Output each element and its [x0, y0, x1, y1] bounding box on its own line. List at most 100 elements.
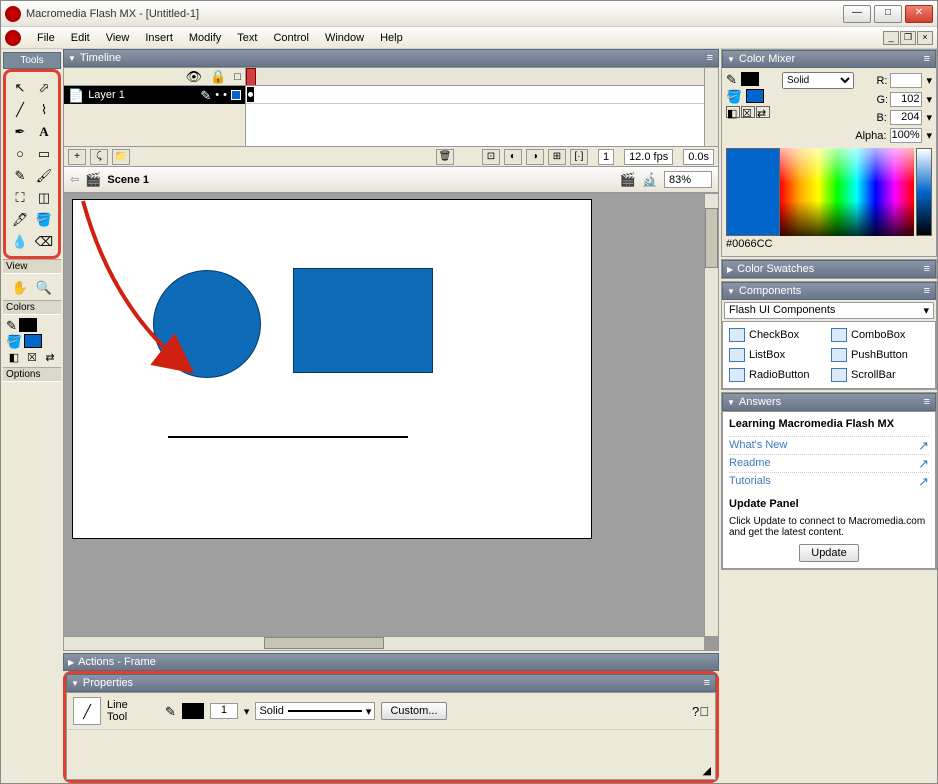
eraser-tool[interactable]: ⌫	[33, 231, 55, 251]
mixer-fill-swatch[interactable]	[746, 89, 764, 103]
component-scrollbar[interactable]: ScrollBar	[831, 368, 929, 382]
properties-header[interactable]: ▼ Properties ≡	[66, 674, 716, 692]
component-radiobutton[interactable]: RadioButton	[729, 368, 827, 382]
link-whats-new[interactable]: What's New↗	[729, 436, 929, 454]
line-tool[interactable]: ╱	[9, 99, 31, 119]
edit-symbol-button[interactable]: 🔬	[642, 173, 658, 186]
zoom-tool[interactable]: 🔍	[33, 277, 55, 297]
scene-name[interactable]: Scene 1	[107, 174, 149, 186]
circle-shape[interactable]	[153, 270, 261, 378]
mdi-restore-button[interactable]: ❐	[900, 31, 916, 45]
custom-stroke-button[interactable]: Custom...	[381, 702, 446, 720]
stroke-color-swatch[interactable]	[182, 703, 204, 719]
resize-grip-icon[interactable]: ◢	[703, 764, 711, 777]
default-colors-button[interactable]: ◧	[726, 106, 740, 118]
brush-tool[interactable]: 🖌	[33, 165, 55, 185]
actions-header[interactable]: ▶ Actions - Frame	[63, 653, 719, 671]
menu-insert[interactable]: Insert	[137, 29, 181, 47]
stroke-color-swatch[interactable]	[19, 318, 37, 332]
mixer-stroke-swatch[interactable]	[741, 72, 759, 86]
add-layer-button[interactable]: +	[68, 149, 86, 165]
timeline-vscroll[interactable]	[704, 68, 718, 146]
panel-menu-icon[interactable]: ≡	[704, 677, 711, 689]
hex-value[interactable]: #0066CC	[726, 238, 772, 250]
zoom-input[interactable]	[664, 171, 712, 188]
playhead[interactable]	[246, 68, 256, 86]
menu-file[interactable]: File	[29, 29, 63, 47]
eye-icon[interactable]: 👁	[186, 70, 203, 83]
fill-transform-tool[interactable]: ◫	[33, 187, 55, 207]
stroke-style-select[interactable]: Solid▾	[255, 702, 375, 720]
mdi-close-button[interactable]: ×	[917, 31, 933, 45]
modify-onion-button[interactable]: [·]	[570, 149, 588, 165]
lock-icon[interactable]: 🔒	[210, 70, 226, 83]
fill-color-swatch[interactable]	[24, 334, 42, 348]
layer-row[interactable]: 📄 Layer 1 ✎ • •	[64, 86, 245, 104]
component-set-select[interactable]: Flash UI Components▾	[724, 302, 934, 319]
ink-bottle-tool[interactable]: 🖋	[9, 209, 31, 229]
link-readme[interactable]: Readme↗	[729, 454, 929, 472]
lasso-tool[interactable]: ⌇	[33, 99, 55, 119]
maximize-button[interactable]: □	[874, 5, 902, 23]
component-checkbox[interactable]: CheckBox	[729, 328, 827, 342]
pen-tool[interactable]: ✒	[9, 121, 31, 141]
rectangle-shape[interactable]	[293, 268, 433, 373]
rectangle-tool[interactable]: ▭	[33, 143, 55, 163]
no-color-button[interactable]: ☒	[24, 350, 40, 364]
menu-window[interactable]: Window	[317, 29, 372, 47]
delete-layer-button[interactable]: 🗑	[436, 149, 454, 165]
edit-multiple-button[interactable]: ⊞	[548, 149, 566, 165]
arrow-tool[interactable]: ↖	[9, 77, 31, 97]
b-input[interactable]: 204	[890, 110, 922, 125]
text-tool[interactable]: A	[33, 121, 55, 141]
frame-ruler[interactable]	[246, 68, 704, 86]
alpha-input[interactable]: 100%	[890, 128, 922, 143]
timeline-header[interactable]: ▼ Timeline ≡	[63, 49, 719, 67]
stage-area[interactable]	[64, 194, 704, 636]
edit-scene-button[interactable]: 🎬	[620, 173, 636, 186]
free-transform-tool[interactable]: ⛶	[9, 187, 31, 207]
add-guide-layer-button[interactable]: ⤹	[90, 149, 108, 165]
minimize-button[interactable]: —	[843, 5, 871, 23]
help-icon[interactable]: ?⃝	[692, 705, 709, 718]
paint-bucket-tool[interactable]: 🪣	[33, 209, 55, 229]
no-color-button[interactable]: ☒	[741, 106, 755, 118]
color-swatches-header[interactable]: ▶Color Swatches≡	[722, 260, 936, 278]
stage-vscroll[interactable]	[704, 194, 718, 636]
answers-header[interactable]: ▼Answers≡	[722, 393, 936, 411]
g-input[interactable]: 102	[890, 92, 922, 107]
r-input[interactable]	[890, 73, 922, 88]
panel-menu-icon[interactable]: ≡	[707, 52, 714, 64]
frame-row[interactable]	[246, 86, 704, 104]
luminance-slider[interactable]	[916, 148, 932, 236]
close-button[interactable]: ✕	[905, 5, 933, 23]
stage[interactable]	[72, 199, 592, 539]
stroke-width-input[interactable]: 1	[210, 703, 238, 719]
default-colors-button[interactable]: ◧	[6, 350, 22, 364]
menu-modify[interactable]: Modify	[181, 29, 229, 47]
subselect-tool[interactable]: ⬀	[33, 77, 55, 97]
menu-edit[interactable]: Edit	[63, 29, 98, 47]
swap-colors-button[interactable]: ⇄	[42, 350, 58, 364]
swap-colors-button[interactable]: ⇄	[756, 106, 770, 118]
color-mixer-header[interactable]: ▼Color Mixer≡	[722, 50, 936, 68]
menu-text[interactable]: Text	[229, 29, 265, 47]
outline-icon[interactable]: □	[234, 71, 241, 83]
mdi-minimize-button[interactable]: _	[883, 31, 899, 45]
menu-control[interactable]: Control	[265, 29, 316, 47]
back-button[interactable]: ⇦	[70, 173, 79, 186]
component-listbox[interactable]: ListBox	[729, 348, 827, 362]
pencil-tool[interactable]: ✎	[9, 165, 31, 185]
oval-tool[interactable]: ○	[9, 143, 31, 163]
layer-outline-color[interactable]	[231, 90, 241, 100]
components-header[interactable]: ▼Components≡	[722, 282, 936, 300]
stage-hscroll[interactable]	[64, 636, 704, 650]
link-tutorials[interactable]: Tutorials↗	[729, 472, 929, 490]
component-pushbutton[interactable]: PushButton	[831, 348, 929, 362]
line-shape[interactable]	[168, 436, 408, 438]
component-combobox[interactable]: ComboBox	[831, 328, 929, 342]
onion-outline-button[interactable]: ◑	[526, 149, 544, 165]
center-frame-button[interactable]: ⊡	[482, 149, 500, 165]
eyedropper-tool[interactable]: 💧	[9, 231, 31, 251]
keyframe[interactable]	[247, 87, 254, 102]
